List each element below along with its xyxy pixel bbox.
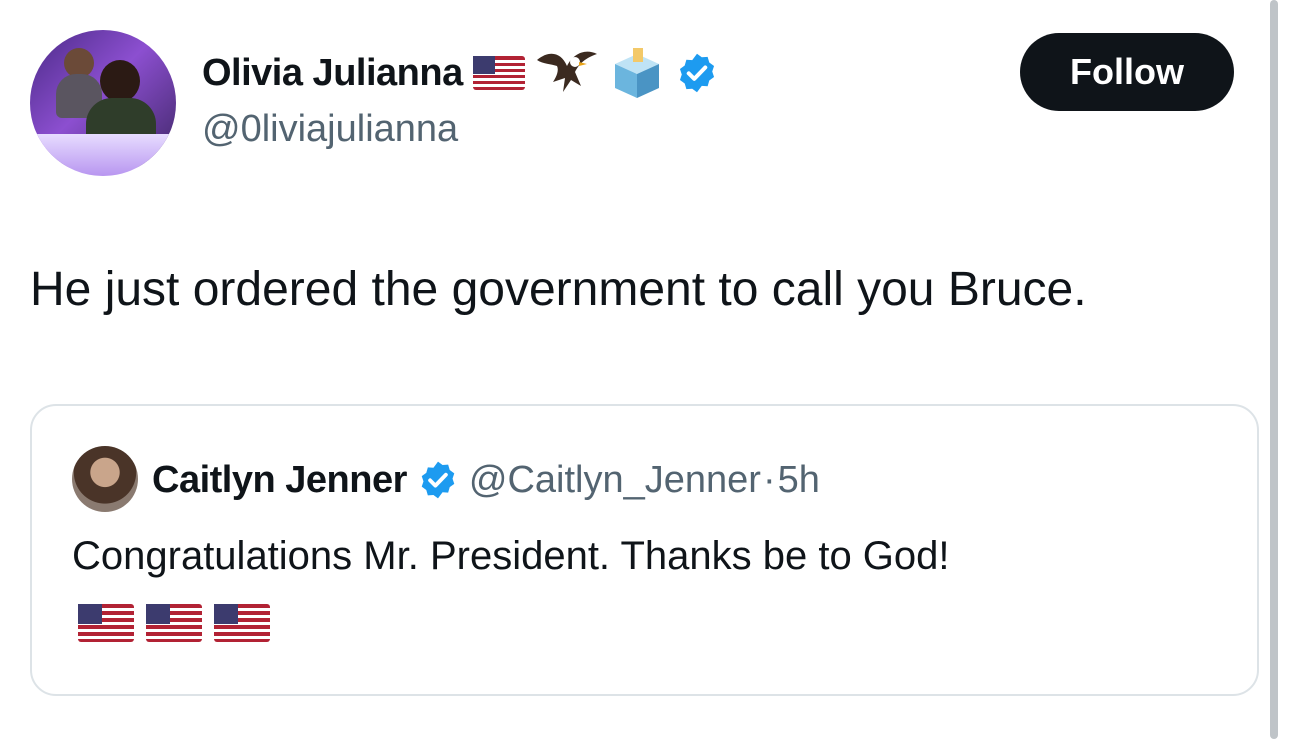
quoted-tweet-text: Congratulations Mr. President. Thanks be… [72,534,950,578]
author-handle[interactable]: @0liviajulianna [202,108,458,151]
avatar-person-head [100,60,140,102]
author-avatar[interactable] [30,30,176,176]
eagle-icon [535,46,599,100]
verified-badge-icon[interactable] [675,51,719,95]
us-flag-icon [146,604,202,642]
quoted-author-avatar[interactable] [72,446,138,512]
verified-badge-icon[interactable] [417,459,459,501]
quoted-tweet-emojis [78,604,270,642]
quoted-author-handle[interactable]: @Caitlyn_Jenner [469,459,761,502]
follow-button[interactable]: Follow [1020,33,1234,111]
ballot-box-icon [609,46,665,100]
author-name[interactable]: Olivia Julianna [202,52,463,95]
quoted-tweet-card[interactable]: Caitlyn Jenner @Caitlyn_Jenner · 5h Congra… [30,404,1259,696]
us-flag-icon [214,604,270,642]
quoted-author-name[interactable]: Caitlyn Jenner [152,459,407,502]
scrollbar[interactable] [1270,0,1278,739]
separator-dot: · [762,458,776,501]
us-flag-icon [472,56,525,90]
us-flag-icon [78,604,134,642]
quoted-tweet-timestamp[interactable]: 5h [778,459,820,502]
tweet-text: He just ordered the government to call y… [30,263,1087,316]
quoted-tweet-header: Caitlyn Jenner @Caitlyn_Jenner · 5h [152,454,820,506]
avatar-desk [30,134,176,176]
author-name-row: Olivia Julianna [202,48,719,98]
